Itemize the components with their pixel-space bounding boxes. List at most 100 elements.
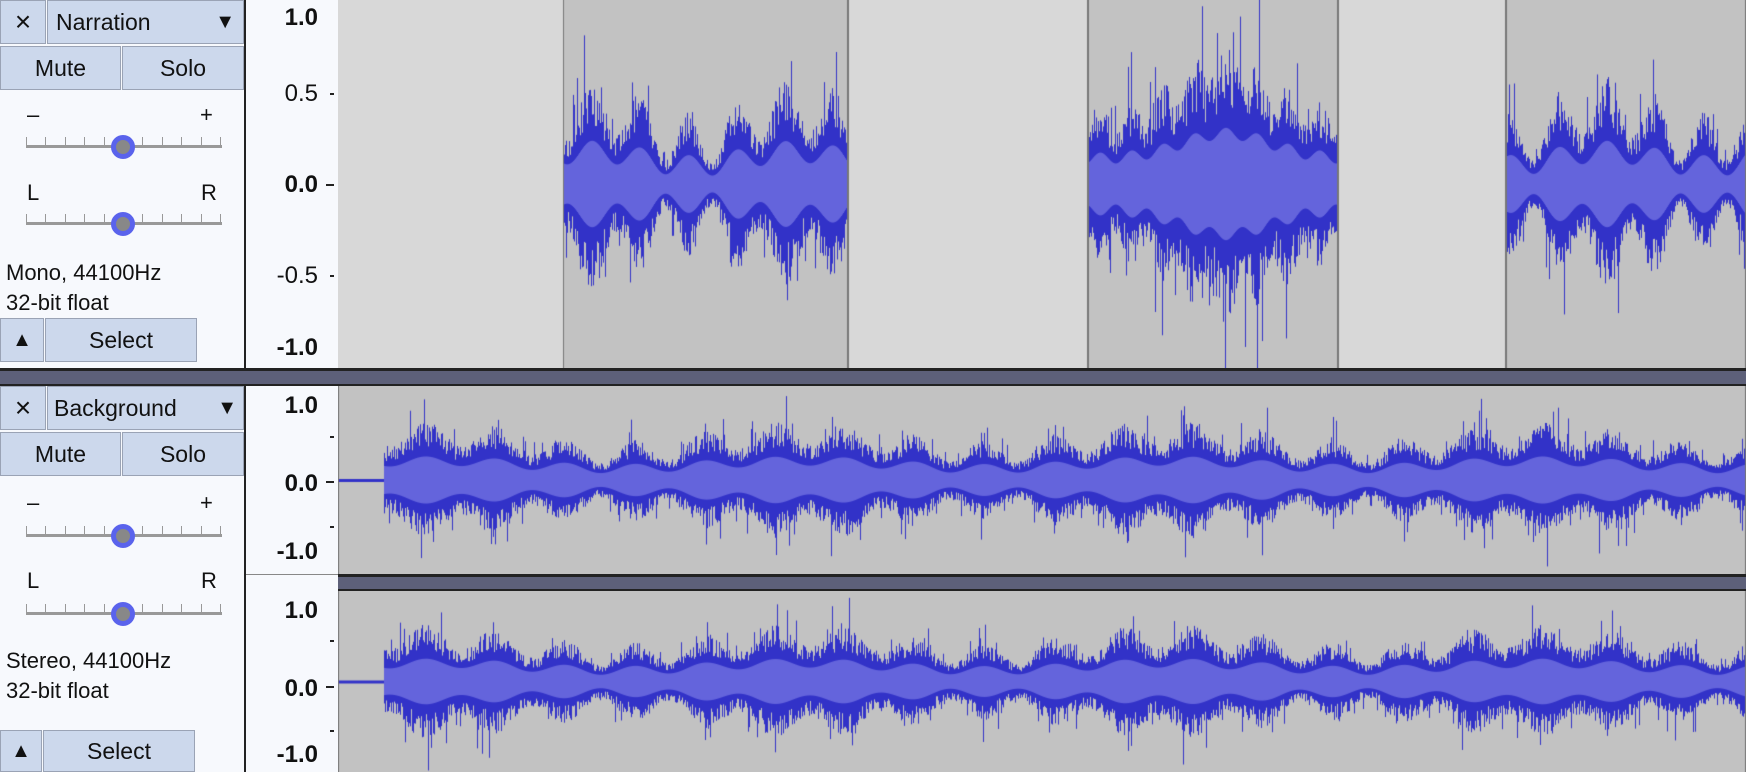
slider-tick: [142, 137, 144, 146]
slider-tick: [84, 214, 86, 223]
slider-tick: [103, 604, 105, 613]
narration-track-controls: × Narration ▼ Mute Solo – + L R Mono, 44…: [0, 0, 246, 368]
ruler-label: 0.0: [284, 675, 318, 702]
slider-tick: [181, 137, 183, 146]
ruler-label: 1.0: [284, 4, 318, 31]
ruler-tick: [330, 640, 334, 642]
dropdown-arrow-icon: ▼: [215, 10, 235, 33]
ruler-tick: [326, 481, 334, 483]
narration-waveform[interactable]: [338, 0, 1746, 368]
track-separator[interactable]: [0, 368, 1746, 386]
slider-tick: [103, 137, 105, 146]
gain-max-label: +: [200, 102, 213, 127]
slider-tick: [26, 137, 27, 146]
slider-tick: [26, 526, 27, 535]
track-menu-button[interactable]: Background ▼: [47, 386, 244, 430]
ruler-tick: [326, 184, 334, 186]
mute-button[interactable]: Mute: [0, 46, 121, 90]
ruler-tick: [330, 526, 334, 528]
slider-tick: [45, 526, 47, 535]
slider-tick: [161, 526, 163, 535]
track-format: Mono, 44100Hz: [6, 260, 162, 285]
slider-tick: [142, 214, 144, 223]
slider-tick: [142, 604, 144, 613]
slider-tick: [64, 214, 66, 223]
ruler-label: 1.0: [284, 597, 318, 624]
slider-tick: [220, 604, 221, 613]
slider-tick: [181, 214, 183, 223]
ruler-tick: [330, 730, 334, 732]
ruler-tick: [330, 436, 334, 438]
solo-button[interactable]: Solo: [122, 46, 244, 90]
slider-tick: [220, 214, 221, 223]
slider-tick: [220, 526, 221, 535]
ruler-tick: [326, 686, 334, 688]
ruler-label: 0.0: [284, 171, 318, 198]
solo-button[interactable]: Solo: [122, 432, 244, 476]
slider-tick: [64, 526, 66, 535]
background-left-channel-waveform[interactable]: [338, 386, 1746, 574]
ruler-label: -0.5: [276, 262, 318, 289]
collapse-button[interactable]: ▲: [0, 730, 42, 772]
ruler-tick: [330, 93, 334, 95]
narration-amplitude-ruler: 1.0 0.5 0.0 -0.5 -1.0: [246, 0, 339, 368]
slider-thumb[interactable]: [111, 602, 135, 626]
track-bit-depth: 32-bit float: [6, 290, 109, 315]
track-bit-depth: 32-bit float: [6, 678, 109, 703]
background-right-channel-waveform[interactable]: [338, 591, 1746, 772]
pan-slider[interactable]: [26, 204, 222, 236]
slider-thumb[interactable]: [111, 212, 135, 236]
slider-tick: [26, 604, 27, 613]
slider-tick: [103, 214, 105, 223]
ruler-label: 0.5: [284, 80, 318, 107]
slider-tick: [161, 604, 163, 613]
slider-tick: [200, 214, 202, 223]
slider-tick: [64, 137, 66, 146]
slider-thumb[interactable]: [111, 524, 135, 548]
collapse-button[interactable]: ▲: [0, 318, 44, 362]
ruler-label: 1.0: [284, 392, 318, 419]
ruler-label: -1.0: [276, 334, 318, 361]
slider-tick: [161, 137, 163, 146]
ruler-label: 0.0: [284, 470, 318, 497]
ruler-label: -1.0: [276, 538, 318, 565]
slider-tick: [103, 526, 105, 535]
gain-max-label: +: [200, 490, 213, 515]
select-button[interactable]: Select: [43, 730, 195, 772]
slider-tick: [45, 137, 47, 146]
slider-tick: [161, 214, 163, 223]
mute-button[interactable]: Mute: [0, 432, 121, 476]
gain-slider[interactable]: [26, 516, 222, 548]
track-format: Stereo, 44100Hz: [6, 648, 172, 673]
background-ch2-ruler: 1.0 0.0 -1.0: [246, 575, 339, 772]
slider-tick: [84, 137, 86, 146]
close-track-button[interactable]: ×: [0, 0, 46, 44]
ruler-label: -1.0: [276, 741, 318, 768]
ruler-tick: [330, 275, 334, 277]
slider-tick: [200, 137, 202, 146]
slider-tick: [84, 604, 86, 613]
track-name: Background: [54, 394, 177, 421]
channel-separator[interactable]: [338, 574, 1746, 591]
slider-tick: [45, 604, 47, 613]
dropdown-arrow-icon: ▼: [217, 396, 237, 419]
slider-tick: [181, 526, 183, 535]
background-ch1-ruler: 1.0 0.0 -1.0: [246, 386, 339, 575]
pan-left-label: L: [27, 568, 40, 593]
pan-right-label: R: [201, 568, 217, 593]
select-button[interactable]: Select: [45, 318, 197, 362]
gain-min-label: –: [27, 490, 40, 515]
slider-tick: [200, 604, 202, 613]
background-track-controls: × Background ▼ Mute Solo – + L R Stereo,…: [0, 386, 246, 772]
close-track-button[interactable]: ×: [0, 386, 46, 430]
track-menu-button[interactable]: Narration ▼: [47, 0, 244, 44]
track-name: Narration: [56, 8, 151, 35]
pan-slider[interactable]: [26, 594, 222, 626]
slider-tick: [45, 214, 47, 223]
slider-tick: [84, 526, 86, 535]
gain-slider[interactable]: [26, 127, 222, 159]
slider-thumb[interactable]: [111, 135, 135, 159]
slider-tick: [64, 604, 66, 613]
slider-tick: [181, 604, 183, 613]
gain-min-label: –: [27, 102, 40, 127]
